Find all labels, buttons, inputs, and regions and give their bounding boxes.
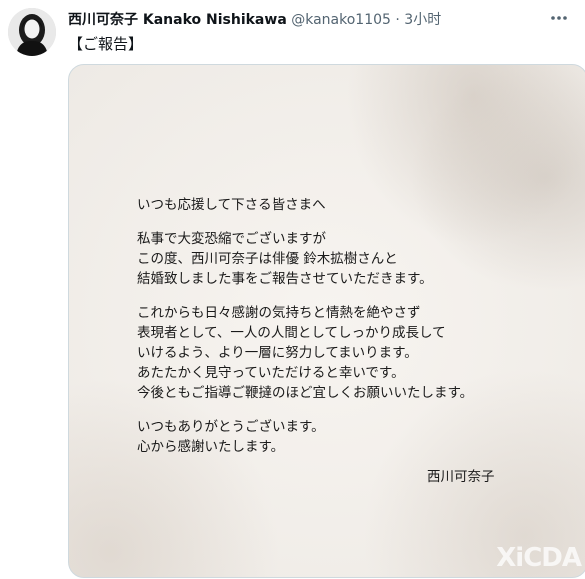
display-name[interactable]: 西川可奈子 Kanako Nishikawa bbox=[68, 12, 287, 28]
letter-signature: 西川可奈子 bbox=[427, 469, 495, 485]
letter-line: 結婚致しました事をご報告させていただきます。 bbox=[137, 271, 433, 287]
letter-greeting: いつも応援して下さる皆さまへ bbox=[137, 197, 326, 213]
letter-line: あたたかく見守っていただけると幸いです。 bbox=[137, 365, 405, 381]
letter-line: 表現者として、一人の人間としてしっかり成長して bbox=[137, 325, 446, 341]
letter-line: 今後ともご指導ご鞭撻のほど宜しくお願いいたします。 bbox=[137, 385, 474, 401]
avatar[interactable] bbox=[8, 8, 56, 56]
profile-photo bbox=[8, 8, 56, 56]
letter-line: 私事で大変恐縮でございますが bbox=[137, 231, 326, 247]
more-options-button[interactable] bbox=[547, 10, 571, 30]
separator: · bbox=[395, 12, 400, 28]
letter-body: いつも応援して下さる皆さまへ 私事で大変恐縮でございますが この度、西川可奈子は… bbox=[137, 195, 473, 457]
tweet-header: 西川可奈子 Kanako Nishikawa @kanako1105 · 3小时 bbox=[68, 10, 545, 30]
letter-line: いけるよう、より一層に努力してまいります。 bbox=[137, 345, 418, 361]
letter-line: これからも日々感謝の気持ちと情熱を絶やさず bbox=[137, 305, 421, 321]
tweet-text: 【ご報告】 bbox=[68, 35, 144, 53]
tweet-timestamp[interactable]: 3小时 bbox=[404, 12, 441, 28]
more-horizontal-icon bbox=[551, 16, 567, 20]
letter-line: この度、西川可奈子は俳優 鈴木拡樹さんと bbox=[137, 251, 398, 267]
letter-line: 心から感謝いたします。 bbox=[137, 439, 285, 455]
user-handle[interactable]: @kanako1105 bbox=[291, 12, 391, 28]
watermark: XiCDA bbox=[496, 543, 582, 573]
letter-line: いつもありがとうございます。 bbox=[137, 419, 325, 435]
tweet-image[interactable]: いつも応援して下さる皆さまへ 私事で大変恐縮でございますが この度、西川可奈子は… bbox=[68, 64, 585, 578]
